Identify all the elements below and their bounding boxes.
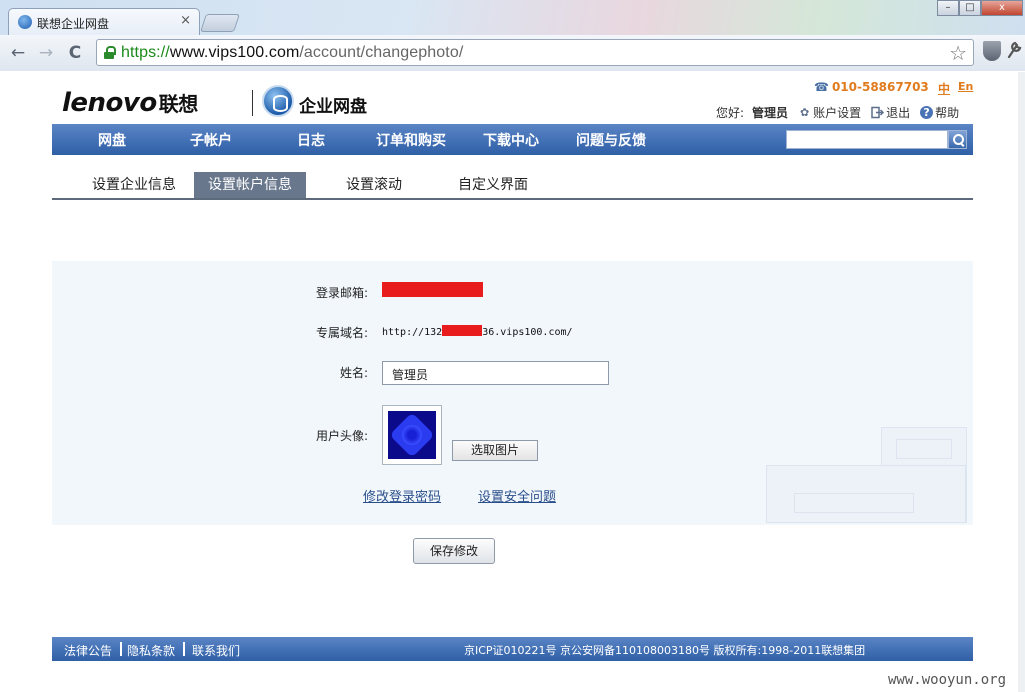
tab-account-info[interactable]: 设置帐户信息 [194, 172, 306, 198]
copyright: 京ICP证010221号 京公安网备110108003180号 版权所有:199… [464, 644, 866, 657]
tab-company-info[interactable]: 设置企业信息 [78, 172, 190, 198]
lang-english-link[interactable]: En [958, 80, 973, 93]
domain-prefix: http://132 [382, 327, 443, 338]
cloud-disk-logo-icon [262, 85, 294, 117]
close-tab-icon[interactable]: × [180, 13, 191, 28]
footer-divider [183, 642, 185, 656]
change-password-link[interactable]: 修改登录密码 [363, 486, 441, 505]
tab-scrolling[interactable]: 设置滚动 [332, 172, 416, 198]
logo-brand: lenovo [62, 88, 157, 118]
avatar-label: 用户头像: [315, 429, 368, 443]
user-bar: 您好: 管理员 ✿ 账户设置 退出 ? 帮助 [716, 104, 969, 121]
close-window-button[interactable]: x [981, 0, 1023, 16]
nav-item-disk[interactable]: 网盘 [98, 130, 126, 150]
nav-item-subaccounts[interactable]: 子帐户 [190, 130, 232, 150]
account-settings-label: 账户设置 [813, 106, 862, 120]
watermark: www.wooyun.org [888, 672, 1007, 688]
reload-icon[interactable]: C [63, 42, 87, 64]
hotline: ☎ 010-58867703 [814, 80, 929, 94]
url-text[interactable]: https://www.vips100.com/account/changeph… [121, 44, 463, 62]
privacy-link[interactable]: 隐私条款 [127, 642, 175, 659]
exit-icon [871, 106, 885, 119]
tab-strip: 联想企业网盘 × – □ x [0, 0, 1025, 35]
lock-icon [104, 46, 116, 59]
email-label: 登录邮箱: [315, 286, 368, 300]
phone-number: 010-58867703 [831, 80, 929, 94]
url-path: /account/changephoto/ [299, 44, 464, 61]
gear-icon: ✿ [799, 106, 810, 119]
account-info-panel: 登录邮箱: 专属域名: http://132 36.vips100.com/ 姓名… [52, 261, 973, 525]
search-input[interactable] [786, 130, 948, 149]
account-settings-link[interactable]: ✿ 账户设置 [798, 104, 861, 121]
settings-tabs: 设置企业信息 设置帐户信息 设置滚动 自定义界面 [52, 172, 973, 200]
name-label: 姓名: [339, 366, 368, 380]
help-link[interactable]: ? 帮助 [920, 104, 959, 121]
url-host: www.vips100.com [169, 44, 300, 61]
main-nav: 网盘 子帐户 日志 订单和购买 下载中心 问题与反馈 [52, 124, 973, 155]
lenovo-logo[interactable]: lenovo 联想 [62, 88, 198, 118]
domain-suffix: 36.vips100.com/ [482, 327, 573, 338]
phone-icon: ☎ [814, 80, 829, 94]
domain-value: http://132 36.vips100.com/ [382, 325, 573, 338]
nav-item-feedback[interactable]: 问题与反馈 [576, 130, 646, 150]
domain-label: 专属域名: [315, 326, 368, 340]
nav-item-orders[interactable]: 订单和购买 [376, 130, 446, 150]
help-icon: ? [920, 106, 934, 119]
search-icon[interactable] [948, 130, 967, 149]
minimize-button[interactable]: – [937, 0, 959, 16]
greeting: 您好: [716, 106, 745, 120]
url-scheme: https:// [121, 44, 170, 61]
logo-brand-cn: 联想 [158, 92, 199, 116]
forward-icon[interactable]: → [34, 42, 58, 64]
wrench-menu-icon[interactable] [1005, 39, 1023, 63]
browser-tab[interactable]: 联想企业网盘 × [8, 8, 200, 35]
site-favicon-icon [18, 15, 32, 29]
footer-divider [120, 642, 122, 656]
browser-toolbar: ← → C https://www.vips100.com/account/ch… [0, 35, 1025, 71]
security-question-link[interactable]: 设置安全问题 [478, 486, 556, 505]
logout-link[interactable]: 退出 [871, 104, 910, 121]
name-field[interactable]: 管理员 [382, 361, 609, 385]
page-scrollbar[interactable] [1018, 72, 1025, 692]
lang-chinese-link[interactable]: 中 [938, 80, 950, 97]
footer: 法律公告 隐私条款 联系我们 京ICP证010221号 京公安网备1101080… [52, 637, 973, 661]
email-redacted [382, 282, 483, 297]
back-icon[interactable]: ← [6, 42, 30, 64]
domain-redacted [442, 325, 483, 336]
nav-item-logs[interactable]: 日志 [297, 130, 325, 150]
contact-link[interactable]: 联系我们 [192, 642, 240, 659]
extension-shield-icon[interactable] [983, 41, 1001, 61]
help-label: 帮助 [935, 106, 960, 120]
logo-divider [252, 90, 253, 116]
tab-custom-ui[interactable]: 自定义界面 [444, 172, 542, 198]
browser-chrome: 联想企业网盘 × – □ x ← → C https://www.vips100… [0, 0, 1025, 71]
avatar-image [388, 411, 436, 459]
avatar [382, 405, 442, 465]
logout-label: 退出 [886, 106, 911, 120]
address-bar[interactable]: https://www.vips100.com/account/changeph… [96, 39, 974, 66]
tab-title: 联想企业网盘 [37, 17, 110, 31]
window-controls: – □ x [937, 0, 1023, 16]
legal-link[interactable]: 法律公告 [64, 642, 112, 659]
product-name: 企业网盘 [299, 97, 367, 117]
page-content: lenovo 联想 企业网盘 ☎ 010-58867703 中 En 您好: 管理员… [0, 72, 1018, 692]
maximize-button[interactable]: □ [959, 0, 981, 16]
bookmark-star-icon[interactable]: ☆ [949, 41, 967, 65]
pick-image-button[interactable]: 选取图片 [452, 440, 538, 461]
nav-item-downloads[interactable]: 下载中心 [483, 130, 539, 150]
username: 管理员 [752, 106, 789, 120]
building-watermark-icon [766, 427, 967, 523]
new-tab-button[interactable] [200, 14, 240, 32]
save-button[interactable]: 保存修改 [413, 538, 495, 564]
